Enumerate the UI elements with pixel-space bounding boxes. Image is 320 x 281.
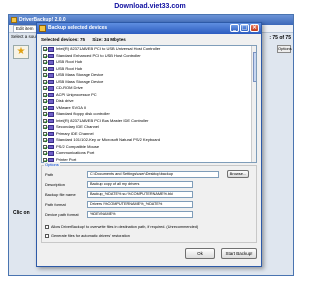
selected-count: Selected devices: 75 — [41, 37, 86, 42]
device-icon — [48, 47, 54, 52]
device-icon — [48, 138, 54, 143]
device-checkbox[interactable] — [43, 86, 47, 90]
options-label: Options — [44, 162, 60, 167]
options-button[interactable]: Options — [277, 45, 292, 53]
device-icon — [48, 151, 54, 156]
edit-item-button[interactable]: Edit item — [13, 25, 37, 33]
device-icon — [48, 60, 54, 65]
backup-file-row: Backup file name Backup_%DATE% su %COMPU… — [45, 191, 255, 198]
size-label: Size: 34 Mbytes — [92, 37, 126, 42]
device-list-scrollbar[interactable] — [251, 46, 256, 162]
scrollbar-thumb[interactable] — [252, 52, 256, 82]
device-checkbox[interactable] — [43, 151, 47, 155]
device-icon — [48, 73, 54, 78]
path-format-label: Path format — [45, 202, 66, 207]
device-path-field[interactable]: %DEVNAME% — [87, 211, 193, 218]
path-format-row: Path format Drivers \%COMPUTERNAME%_%DAT… — [45, 201, 255, 208]
device-count: : 75 of 75 — [269, 35, 291, 41]
device-icon — [48, 112, 54, 117]
device-name: Standard 101/102-Key or Microsoft Natura… — [56, 137, 161, 142]
device-icon — [48, 79, 54, 84]
description-row: Description Backup copy of all my driver… — [45, 181, 255, 188]
path-label: Path — [45, 172, 54, 177]
device-checkbox[interactable] — [43, 73, 47, 77]
device-icon — [48, 92, 54, 97]
device-name: Communications Port — [56, 150, 95, 155]
overwrite-checkbox[interactable] — [45, 225, 49, 229]
autorestore-checkbox-label: Generate files for automatic drivers' re… — [51, 234, 130, 238]
overwrite-checkbox-row[interactable]: Allow DriverBackup! to overwrite files i… — [45, 224, 255, 230]
device-checkbox[interactable] — [43, 131, 47, 136]
device-name: PS/2 Compatible Mouse — [56, 143, 100, 149]
device-checkbox[interactable] — [43, 125, 47, 129]
device-checkbox[interactable] — [43, 79, 47, 84]
path-format-field[interactable]: Drivers \%COMPUTERNAME%_%DATE% — [87, 201, 193, 208]
options-group: Options Path C:\Documents and Settings\u… — [41, 162, 257, 243]
autorestore-checkbox[interactable] — [45, 234, 49, 238]
device-checkbox[interactable] — [43, 105, 47, 110]
device-icon — [48, 99, 54, 104]
browse-button[interactable]: Browse... — [227, 170, 249, 178]
device-name: Intel(R) 82371AB/EB PCI Bus Master IDE C… — [56, 117, 149, 123]
backup-dialog: Backup selected devices _ □ × Selected d… — [36, 22, 262, 267]
device-icon — [48, 144, 54, 149]
autorestore-checkbox-row[interactable]: Generate files for automatic drivers' re… — [45, 233, 255, 239]
device-checkbox[interactable] — [43, 53, 47, 58]
backup-file-field[interactable]: Backup_%DATE% su %COMPUTERNAME%.bki — [87, 191, 193, 198]
device-icon — [48, 105, 54, 110]
overwrite-checkbox-label: Allow DriverBackup! to overwrite files i… — [51, 225, 199, 229]
path-row: Path C:\Documents and Settings\user\Desk… — [45, 170, 255, 178]
description-label: Description — [45, 182, 66, 187]
device-name: USB Mass Storage Device — [56, 72, 104, 77]
device-checkbox[interactable] — [43, 47, 47, 51]
device-list-item[interactable]: Printer Port — [42, 157, 256, 162]
device-icon — [48, 86, 54, 91]
device-icon — [48, 53, 54, 58]
device-path-row: Device path format %DEVNAME% — [45, 211, 255, 218]
dialog-title-bar: Backup selected devices _ □ × — [37, 23, 261, 34]
path-field[interactable]: C:\Documents and Settings\user\Desktop\b… — [87, 171, 219, 178]
device-path-label: Device path format — [45, 212, 79, 217]
device-name: Secondary IDE Channel — [56, 124, 99, 129]
device-name: USB Mass Storage Device — [56, 78, 104, 84]
ok-button[interactable]: Ok — [185, 248, 215, 259]
app-icon — [11, 17, 17, 23]
selection-summary: Selected devices: 75 Size: 34 Mbytes — [41, 37, 132, 42]
backup-file-label: Backup file name — [45, 192, 76, 197]
device-checkbox[interactable] — [43, 112, 47, 116]
device-name: Standard Enhanced PCI to USB Host Contro… — [56, 52, 141, 58]
minimize-icon[interactable]: _ — [230, 24, 239, 32]
dialog-icon — [39, 25, 46, 32]
maximize-icon[interactable]: □ — [240, 24, 249, 32]
device-icon — [48, 66, 54, 71]
close-icon[interactable]: × — [250, 24, 259, 32]
dialog-title: Backup selected devices — [48, 25, 108, 31]
device-checkbox[interactable] — [43, 118, 47, 123]
device-checkbox[interactable] — [43, 60, 47, 64]
side-text: Clic on — [13, 210, 30, 216]
device-name: ACPI Uniprocessor PC — [56, 91, 97, 97]
device-icon — [48, 118, 54, 123]
device-icon — [48, 125, 54, 130]
device-name: Standard floppy disk controller — [56, 111, 110, 116]
banner-text: Download.viet33.com — [114, 3, 186, 10]
description-field[interactable]: Backup copy of all my drivers — [87, 181, 193, 188]
device-name: Intel(R) 82371AB/EB PCI to USB Universal… — [56, 46, 161, 51]
device-list[interactable]: Intel(R) 82371AB/EB PCI to USB Universal… — [41, 45, 257, 163]
device-checkbox[interactable] — [43, 157, 47, 162]
device-checkbox[interactable] — [43, 144, 47, 149]
device-checkbox[interactable] — [43, 99, 47, 103]
device-icon — [48, 131, 54, 136]
device-checkbox[interactable] — [43, 138, 47, 142]
device-checkbox[interactable] — [43, 92, 47, 97]
device-checkbox[interactable] — [43, 66, 47, 71]
star-icon[interactable]: ★ — [13, 45, 29, 59]
start-backup-button[interactable]: Start Backup! — [221, 248, 257, 259]
